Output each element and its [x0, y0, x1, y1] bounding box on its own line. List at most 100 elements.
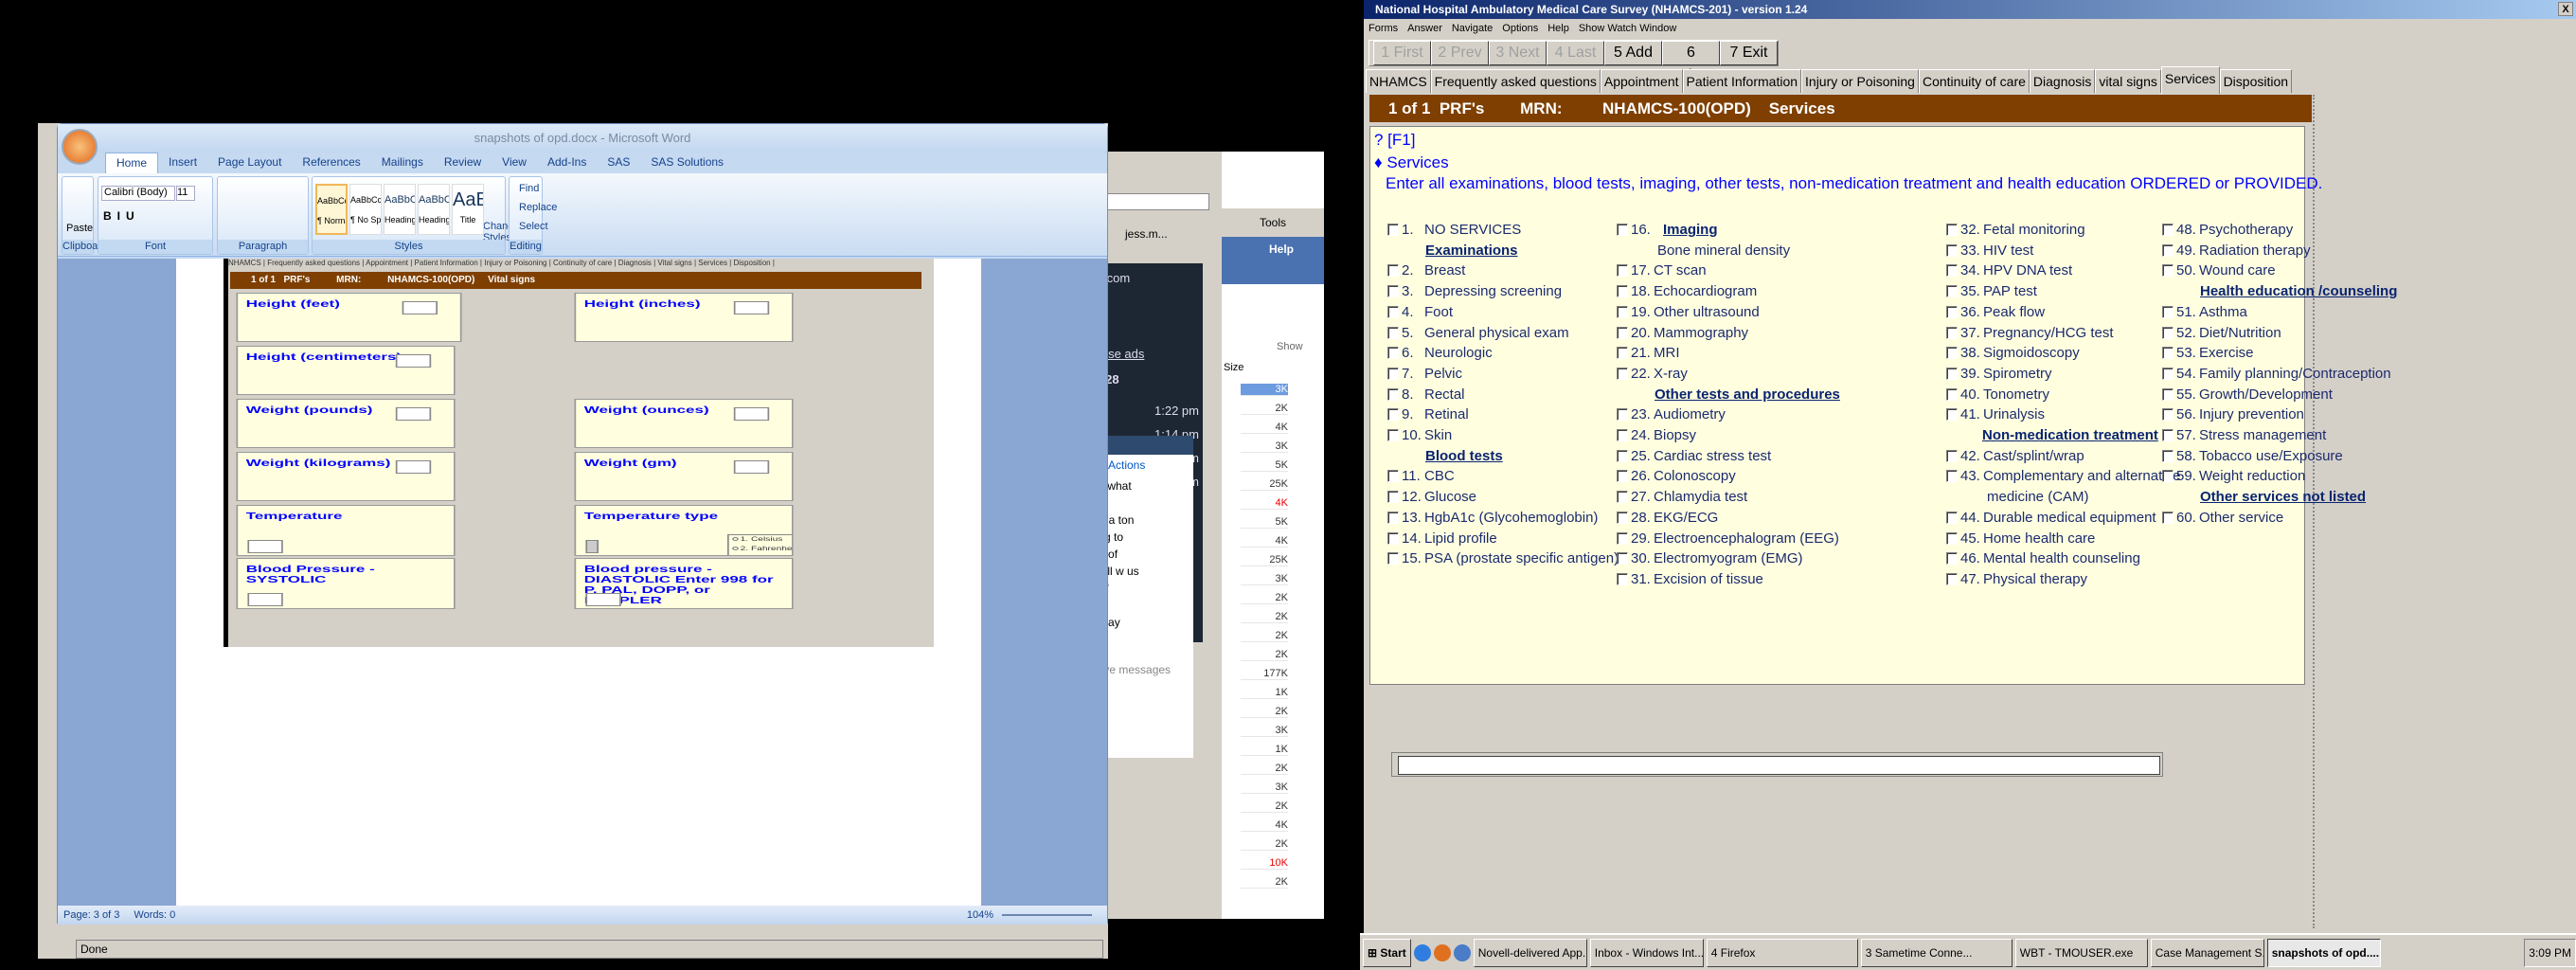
message-size[interactable]: 2K	[1241, 876, 1288, 889]
ribbon-tab-review[interactable]: Review	[434, 153, 492, 173]
checkbox[interactable]	[1387, 264, 1399, 278]
service-checkbox-item[interactable]: 14. Lipid profile	[1387, 530, 1497, 548]
toolbar-button-add[interactable]: 5 Add	[1604, 41, 1662, 65]
service-checkbox-item[interactable]: 23. Audiometry	[1617, 406, 1726, 423]
clock[interactable]: 3:09 PM	[2529, 946, 2571, 960]
checkbox[interactable]	[1617, 367, 1628, 380]
ribbon-tab-mailings[interactable]: Mailings	[371, 153, 434, 173]
checkbox[interactable]	[1617, 491, 1628, 504]
menu-navigate[interactable]: Navigate	[1452, 23, 1493, 34]
checkbox[interactable]	[1617, 572, 1628, 585]
service-checkbox-item[interactable]: 55. Growth/Development	[2162, 386, 2333, 404]
ribbon-tab-add-ins[interactable]: Add-Ins	[537, 153, 597, 173]
checkbox[interactable]	[1387, 470, 1399, 483]
service-checkbox-item[interactable]: 5. General physical exam	[1387, 325, 1569, 342]
user-status[interactable]: jess.m...	[1125, 227, 1168, 241]
zoom-level[interactable]: 104%	[967, 906, 993, 925]
menu-show-watch-window[interactable]: Show Watch Window	[1579, 23, 1677, 34]
service-checkbox-item[interactable]: 60. Other service	[2162, 510, 2283, 527]
service-checkbox-item[interactable]: 37. Pregnancy/HCG test	[1946, 325, 2114, 342]
toolbar-button-delete[interactable]: 6 Delete	[1662, 41, 1720, 83]
message-size[interactable]: 2K	[1241, 403, 1288, 415]
toolbar-button-prev[interactable]: 2 Prev	[1431, 41, 1489, 65]
checkbox[interactable]	[1946, 449, 1958, 462]
checkbox[interactable]	[1946, 511, 1958, 524]
format-buttons[interactable]: BIU	[103, 209, 140, 223]
checkbox[interactable]	[2162, 408, 2174, 422]
ie-icon[interactable]	[1413, 943, 1431, 961]
taskbar-item[interactable]: 3 Sametime Conne...	[1860, 938, 2012, 967]
word-count[interactable]: Words: 0	[134, 909, 175, 921]
style-heading1[interactable]: AaBbCc Heading 1	[384, 184, 416, 235]
service-checkbox-item[interactable]: 2. Breast	[1387, 262, 1465, 279]
checkbox[interactable]	[1617, 285, 1628, 298]
service-checkbox-item[interactable]: 12. Glucose	[1387, 489, 1476, 506]
toolbar-button-first[interactable]: 1 First	[1373, 41, 1431, 65]
checkbox[interactable]	[2162, 264, 2174, 278]
page-indicator[interactable]: Page: 3 of 3	[63, 909, 119, 921]
service-checkbox-item[interactable]: 4. Foot	[1387, 304, 1453, 321]
checkbox[interactable]	[1946, 552, 1958, 566]
style-normal[interactable]: AaBbCcDc ¶ Normal	[315, 184, 348, 235]
service-checkbox-item[interactable]: 49. Radiation therapy	[2162, 242, 2311, 260]
checkbox[interactable]	[2162, 243, 2174, 257]
message-size[interactable]: 3K	[1241, 384, 1288, 396]
replace-button[interactable]: Replace	[519, 202, 557, 213]
checkbox[interactable]	[1946, 470, 1958, 483]
service-checkbox-item[interactable]: 10. Skin	[1387, 427, 1452, 444]
checkbox[interactable]	[1387, 387, 1399, 401]
checkbox[interactable]	[1387, 305, 1399, 318]
checkbox[interactable]	[1617, 552, 1628, 566]
office-button[interactable]	[62, 129, 98, 165]
menu-options[interactable]: Options	[1502, 23, 1538, 34]
checkbox[interactable]	[1946, 305, 1958, 318]
ribbon-tab-sas-solutions[interactable]: SAS Solutions	[640, 153, 734, 173]
field-input[interactable]	[585, 593, 621, 606]
checkbox[interactable]	[1946, 326, 1958, 339]
checkbox[interactable]	[2162, 387, 2174, 401]
firefox-icon[interactable]	[1433, 943, 1451, 961]
checkbox[interactable]	[1387, 408, 1399, 422]
service-checkbox-item[interactable]: 26. Colonoscopy	[1617, 468, 1736, 485]
checkbox[interactable]	[1387, 367, 1399, 380]
help-f1-link[interactable]: ? [F1]	[1374, 131, 1415, 150]
font-name-dropdown[interactable]: Calibri (Body)	[101, 186, 175, 201]
tab-nhamcs[interactable]: NHAMCS	[1366, 69, 1431, 93]
service-checkbox-item[interactable]: 38. Sigmoidoscopy	[1946, 345, 2080, 362]
select-button[interactable]: Select	[519, 221, 548, 232]
menu-answer[interactable]: Answer	[1407, 23, 1442, 34]
taskbar-item[interactable]: 4 Firefox	[1706, 938, 1858, 967]
service-checkbox-item[interactable]: 34. HPV DNA test	[1946, 262, 2072, 279]
taskbar-item[interactable]: snapshots of opd....	[2266, 938, 2381, 967]
message-size[interactable]: 2K	[1241, 611, 1288, 623]
tab-appointment[interactable]: Appointment	[1600, 69, 1683, 93]
service-checkbox-item[interactable]: 31. Excision of tissue	[1617, 571, 1763, 588]
paste-button[interactable]: Paste	[66, 223, 93, 234]
word-window[interactable]: snapshots of opd.docx - Microsoft Word H…	[57, 123, 1108, 925]
checkbox[interactable]	[1387, 511, 1399, 524]
message-size[interactable]: 2K	[1241, 763, 1288, 775]
taskbar-item[interactable]: Inbox - Windows Int...	[1589, 938, 1704, 967]
checkbox[interactable]	[1387, 347, 1399, 360]
service-checkbox-item[interactable]: 25. Cardiac stress test	[1617, 448, 1771, 465]
service-checkbox-item[interactable]: 36. Peak flow	[1946, 304, 2045, 321]
service-checkbox-item[interactable]: 48. Psychotherapy	[2162, 222, 2293, 239]
checkbox[interactable]	[1946, 243, 1958, 257]
checkbox[interactable]	[1946, 224, 1958, 236]
service-checkbox-item[interactable]: 6. Neurologic	[1387, 345, 1493, 362]
service-checkbox-item[interactable]: 21. MRI	[1617, 345, 1680, 362]
service-checkbox-item[interactable]: 44. Durable medical equipment	[1946, 510, 2156, 527]
message-size[interactable]: 2K	[1241, 630, 1288, 642]
checkbox[interactable]	[1617, 531, 1628, 545]
style-nospaci[interactable]: AaBbCcDc ¶ No Spaci...	[349, 184, 382, 235]
service-checkbox-item[interactable]: 9. Retinal	[1387, 406, 1469, 423]
checkbox[interactable]	[2162, 367, 2174, 380]
outlook-icon[interactable]	[1453, 943, 1471, 961]
field-input[interactable]	[247, 593, 283, 606]
service-checkbox-item[interactable]: 39. Spirometry	[1946, 366, 2052, 383]
message-size[interactable]: 10K	[1241, 857, 1288, 870]
tab-patient-information[interactable]: Patient Information	[1682, 69, 1802, 93]
service-checkbox-item[interactable]: 51. Asthma	[2162, 304, 2247, 321]
checkbox[interactable]	[1617, 264, 1628, 278]
tab-continuity-of-care[interactable]: Continuity of care	[1918, 69, 2030, 93]
